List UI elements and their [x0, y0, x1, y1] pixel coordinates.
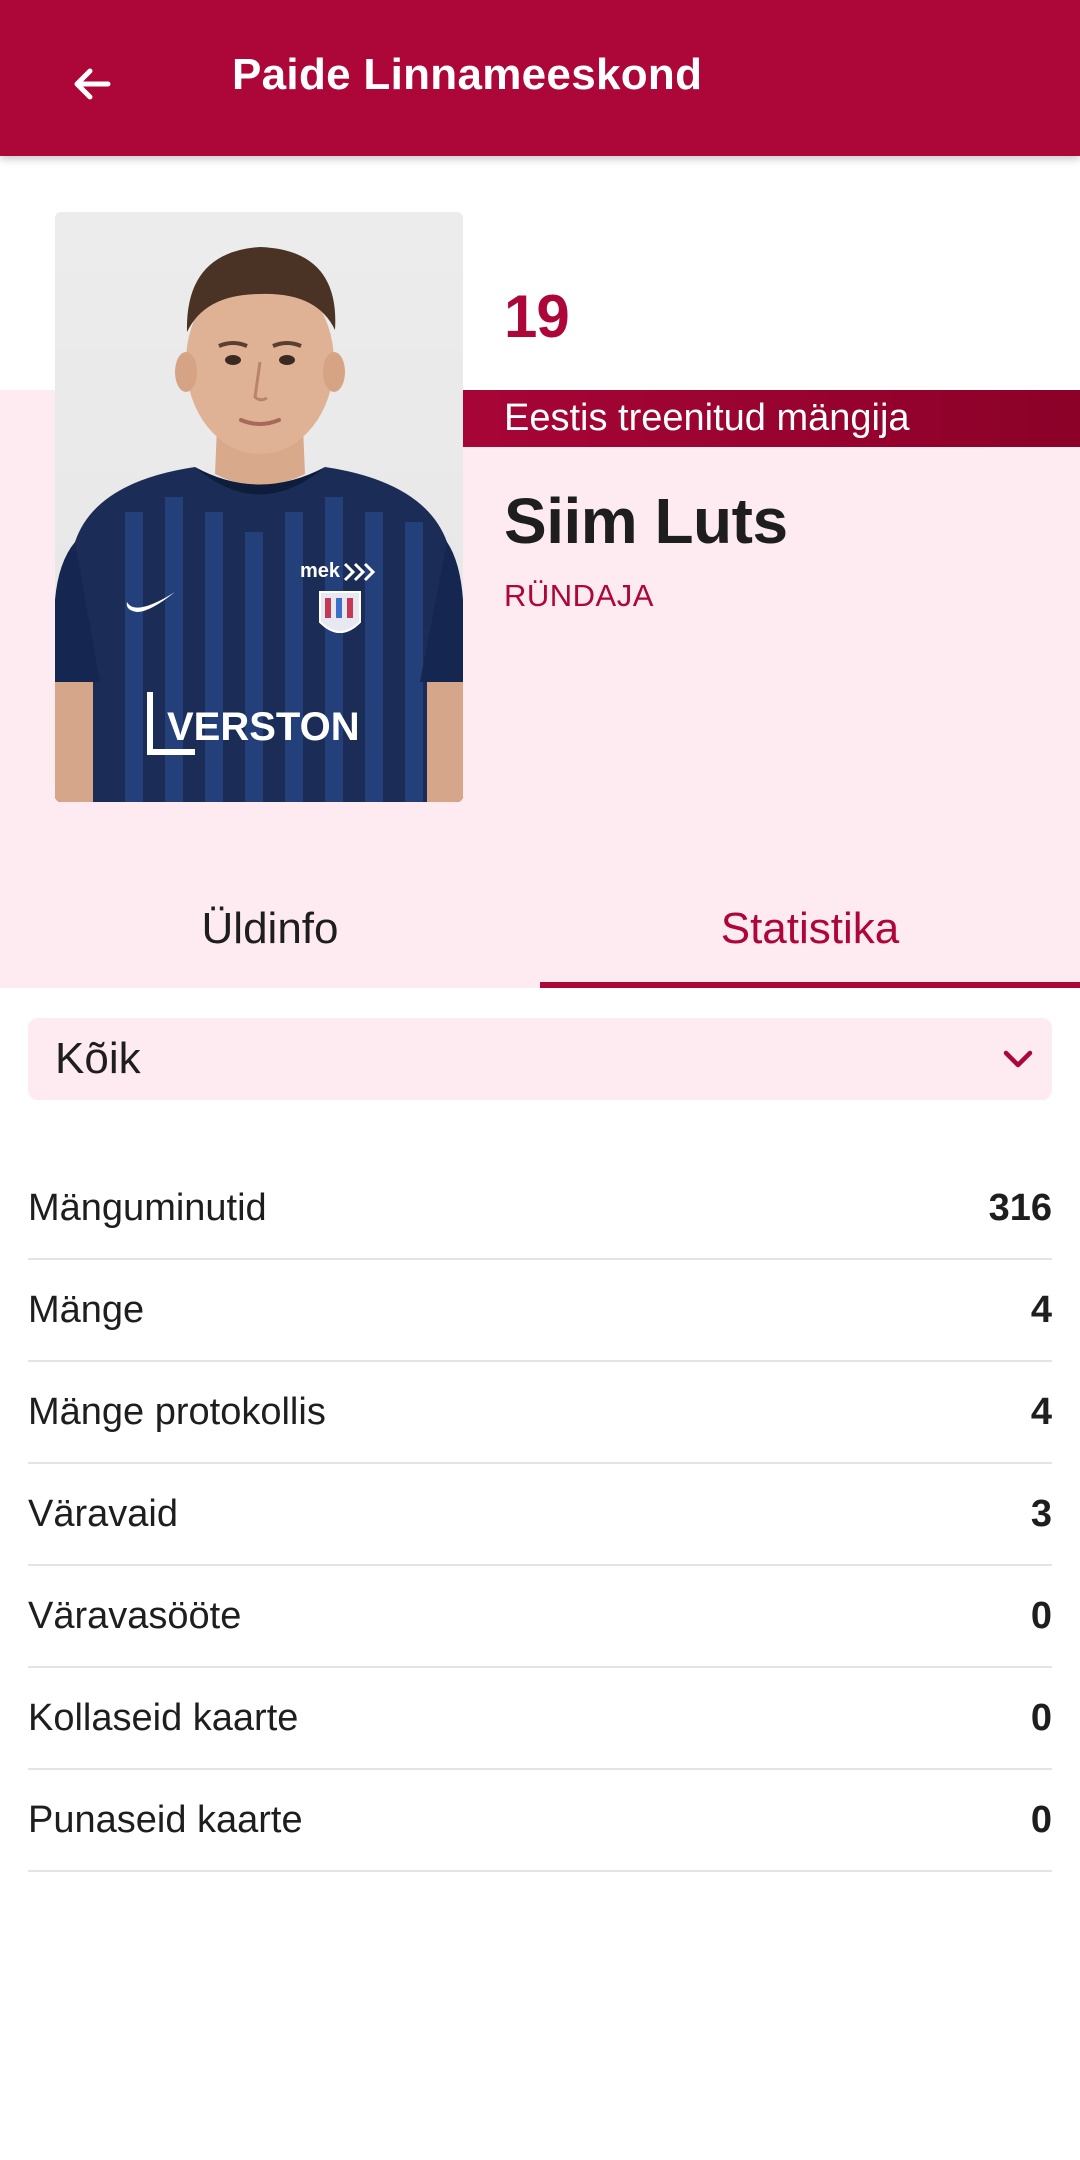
- stat-value: 3: [1030, 1492, 1052, 1535]
- player-badge: Eestis treenitud mängija: [463, 390, 1080, 447]
- stat-value: 4: [1030, 1288, 1052, 1331]
- stat-row-minutes: Mänguminutid 316: [28, 1158, 1052, 1260]
- stat-value: 0: [1030, 1594, 1052, 1637]
- stat-value: 316: [988, 1186, 1052, 1229]
- stat-value: 0: [1030, 1798, 1052, 1841]
- stat-row-games: Mänge 4: [28, 1260, 1052, 1362]
- svg-text:mek: mek: [300, 560, 341, 582]
- app-bar: Paide Linnameeskond: [0, 0, 1080, 156]
- player-photo: mek VERSTON: [55, 212, 463, 802]
- tab-bar: Üldinfo Statistika: [0, 870, 1080, 988]
- stat-value: 4: [1030, 1390, 1052, 1433]
- stat-row-yellow-cards: Kollaseid kaarte 0: [28, 1668, 1052, 1770]
- stat-label: Väravasööte: [28, 1594, 242, 1637]
- stat-label: Mänge: [28, 1288, 145, 1331]
- active-tab-indicator: [540, 982, 1080, 988]
- stat-label: Mänge protokollis: [28, 1390, 326, 1433]
- player-position: RÜNDAJA: [504, 578, 654, 613]
- tab-label: Üldinfo: [201, 904, 339, 953]
- stat-label: Mänguminutid: [28, 1186, 267, 1229]
- stat-label: Kollaseid kaarte: [28, 1696, 299, 1739]
- stat-row-red-cards: Punaseid kaarte 0: [28, 1770, 1052, 1872]
- stat-label: Väravaid: [28, 1492, 178, 1535]
- arrow-left-icon: [74, 68, 111, 100]
- tab-statistika[interactable]: Statistika: [540, 870, 1080, 988]
- tab-uldinfo[interactable]: Üldinfo: [0, 870, 540, 988]
- stats-list: Mänguminutid 316 Mänge 4 Mänge protokoll…: [28, 1158, 1052, 1872]
- tab-label: Statistika: [720, 904, 900, 953]
- stat-value: 0: [1030, 1696, 1052, 1739]
- season-filter-dropdown[interactable]: Kõik: [28, 1018, 1052, 1100]
- back-button[interactable]: [56, 48, 128, 120]
- filter-value: Kõik: [55, 1034, 141, 1083]
- stat-row-assists: Väravasööte 0: [28, 1566, 1052, 1668]
- stat-row-goals: Väravaid 3: [28, 1464, 1052, 1566]
- stat-row-games-in-squad: Mänge protokollis 4: [28, 1362, 1052, 1464]
- svg-text:VERSTON: VERSTON: [167, 705, 360, 749]
- player-number: 19: [504, 283, 570, 350]
- player-name: Siim Luts: [504, 485, 788, 557]
- page-title: Paide Linnameeskond: [232, 50, 703, 99]
- stat-label: Punaseid kaarte: [28, 1798, 303, 1841]
- chevron-down-icon: [998, 1039, 1038, 1079]
